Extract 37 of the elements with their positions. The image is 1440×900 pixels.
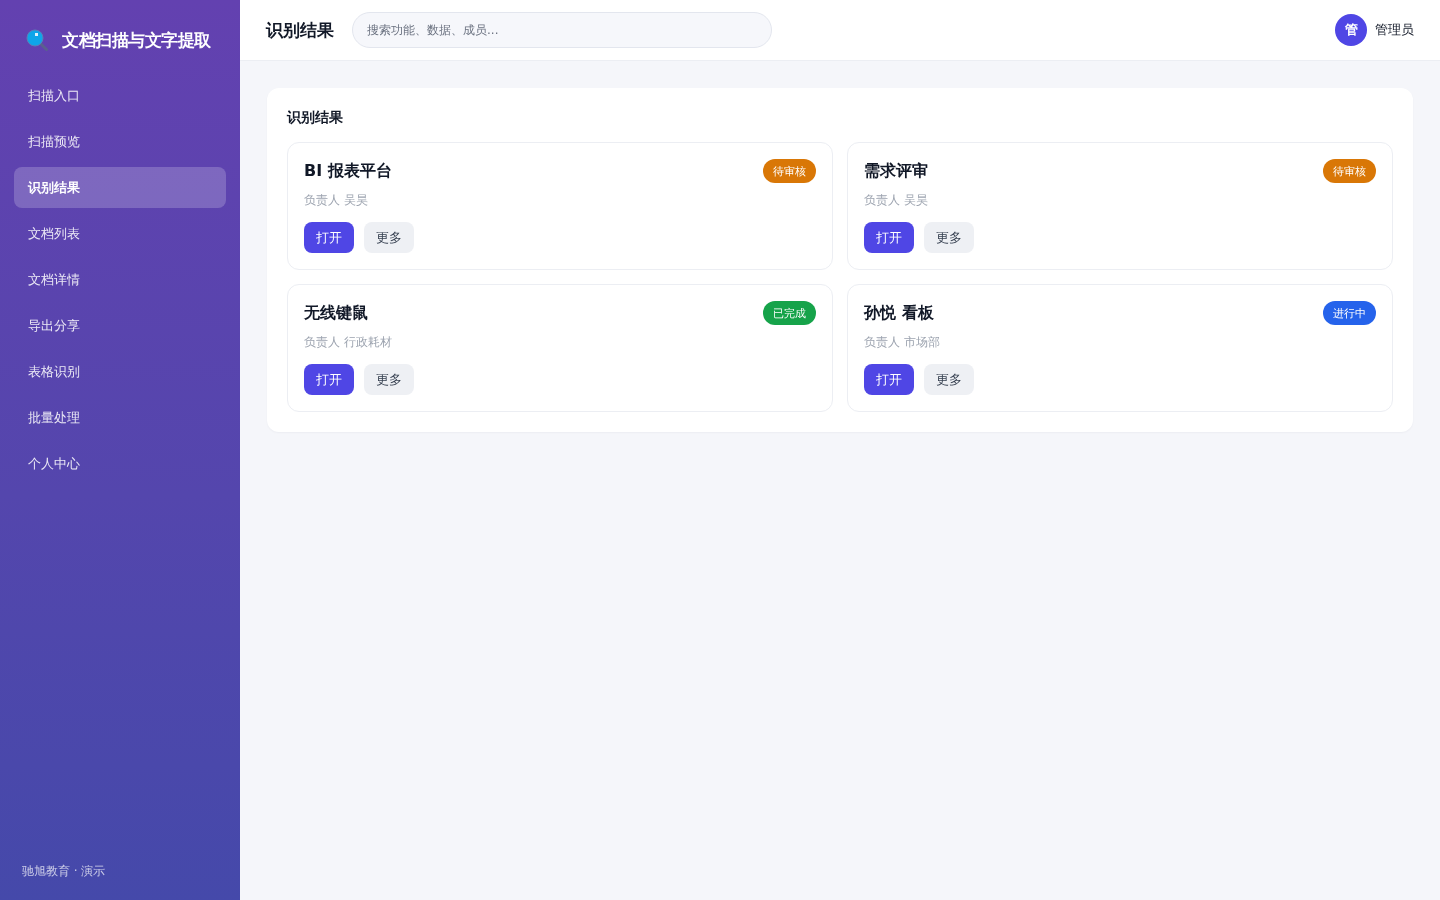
owner-text: 负责人 吴昊	[864, 192, 929, 209]
card-title: 需求评审	[864, 160, 928, 182]
status-badge: 已完成	[763, 301, 816, 325]
user-name: 管理员	[1375, 21, 1414, 39]
user-avatar[interactable]: 管	[1335, 14, 1367, 46]
card-title: BI 报表平台	[304, 160, 392, 182]
nav-item[interactable]: 表格识别	[14, 351, 226, 392]
status-badge: 待审核	[1323, 159, 1376, 183]
more-button[interactable]: 更多	[364, 364, 414, 395]
nav-item[interactable]: 文档详情	[14, 259, 226, 300]
status-badge: 待审核	[763, 159, 816, 183]
app-title: 文档扫描与文字提取	[62, 28, 211, 52]
more-button[interactable]: 更多	[364, 222, 414, 253]
owner-text: 负责人 市场部	[864, 334, 941, 351]
more-button[interactable]: 更多	[924, 364, 974, 395]
open-button[interactable]: 打开	[304, 222, 354, 253]
page-title: 识别结果	[266, 18, 334, 42]
nav-item[interactable]: 扫描入口	[14, 75, 226, 116]
nav-item[interactable]: 个人中心	[14, 443, 226, 484]
nav-item[interactable]: 文档列表	[14, 213, 226, 254]
card-title: 孙悦 看板	[864, 302, 934, 324]
nav-item[interactable]: 识别结果	[14, 167, 226, 208]
open-button[interactable]: 打开	[304, 364, 354, 395]
search-field[interactable]: 搜索功能、数据、成员...	[352, 12, 772, 48]
nav-item[interactable]: 批量处理	[14, 397, 226, 438]
card-title: 无线键鼠	[304, 302, 368, 324]
sidebar-footer: 驰旭教育 · 演示	[14, 863, 226, 880]
nav-item[interactable]: 导出分享	[14, 305, 226, 346]
owner-text: 负责人 行政耗材	[304, 334, 393, 351]
status-badge: 进行中	[1323, 301, 1376, 325]
panel-title: 识别结果	[287, 108, 344, 126]
owner-text: 负责人 吴昊	[304, 192, 369, 209]
open-button[interactable]: 打开	[864, 222, 914, 253]
open-button[interactable]: 打开	[864, 364, 914, 395]
magnifier-icon	[26, 29, 48, 51]
nav-item[interactable]: 扫描预览	[14, 121, 226, 162]
more-button[interactable]: 更多	[924, 222, 974, 253]
